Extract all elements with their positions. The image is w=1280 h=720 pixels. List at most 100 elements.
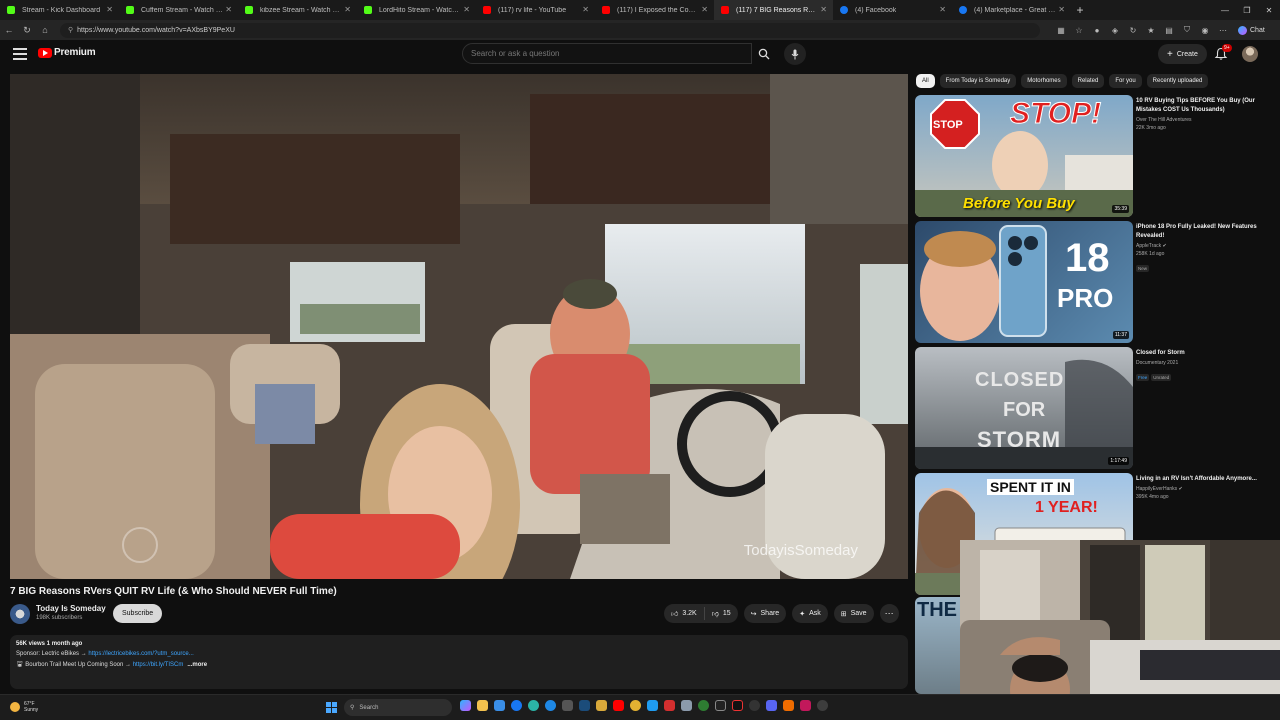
- windows-start-icon[interactable]: [326, 702, 337, 713]
- close-icon[interactable]: ✕: [582, 5, 589, 14]
- capcut-icon[interactable]: [715, 700, 726, 711]
- ask-button[interactable]: ✦ Ask: [792, 604, 828, 623]
- recommendation-title[interactable]: Living in an RV Isn't Affordable Anymore…: [1136, 475, 1261, 484]
- browser-tab[interactable]: (117) I Exposed the Company Spy✕: [595, 0, 714, 20]
- youtube-logo[interactable]: Premium: [38, 47, 96, 58]
- description-box[interactable]: 56K views 1 month ago Sponsor: Lectric e…: [10, 635, 908, 689]
- edge-browser-icon[interactable]: [545, 700, 556, 711]
- recommendation-title[interactable]: Closed for Storm: [1136, 349, 1261, 358]
- browser-tab[interactable]: Stream - Kick Dashboard ✕: [0, 0, 119, 20]
- extension-icon[interactable]: ●: [1088, 20, 1106, 40]
- star-icon[interactable]: ☆: [1070, 20, 1088, 40]
- chip-recently-uploaded[interactable]: Recently uploaded: [1146, 74, 1209, 88]
- chip-related[interactable]: Related: [1071, 74, 1105, 88]
- close-window-icon[interactable]: ✕: [1258, 0, 1280, 20]
- browser-tab[interactable]: kibzee Stream - Watch Live on Kick✕: [238, 0, 357, 20]
- share-button[interactable]: ↪ Share: [743, 604, 787, 623]
- refresh-icon[interactable]: ↻: [1124, 20, 1142, 40]
- recommendation-item[interactable]: CLOSED FOR STORM 1:17:49 Closed for Stor…: [915, 347, 1265, 469]
- account-avatar[interactable]: [1242, 46, 1258, 62]
- new-tab-button[interactable]: +: [1071, 0, 1089, 20]
- chrome-icon[interactable]: [630, 700, 641, 711]
- chip-motorhomes[interactable]: Motorhomes: [1021, 74, 1067, 88]
- chip-from-channel[interactable]: From Today is Someday: [939, 74, 1017, 88]
- browser-tab-active[interactable]: (117) 7 BIG Reasons RVers QUIT✕: [714, 0, 833, 20]
- favorites-icon[interactable]: ★: [1142, 20, 1160, 40]
- puzzle-icon[interactable]: ◈: [1106, 20, 1124, 40]
- recommendation-channel[interactable]: Documentary 2021: [1136, 360, 1261, 366]
- menu-icon[interactable]: [13, 48, 27, 60]
- browser-tab[interactable]: (4) Marketplace - Great Condition✕: [952, 0, 1071, 20]
- minimize-icon[interactable]: —: [1214, 0, 1236, 20]
- search-button[interactable]: [752, 43, 776, 64]
- recommendation-title[interactable]: iPhone 18 Pro Fully Leaked! New Features…: [1136, 223, 1261, 241]
- recommendation-channel[interactable]: HappilyEverHanks ✔: [1136, 486, 1261, 492]
- obs-studio-icon[interactable]: [817, 700, 828, 711]
- site-info-icon[interactable]: ⚲: [68, 26, 73, 34]
- close-icon[interactable]: ✕: [820, 5, 827, 14]
- shield-icon[interactable]: ⛉: [1178, 20, 1196, 40]
- grid-icon[interactable]: ▦: [1052, 20, 1070, 40]
- back-icon[interactable]: ←: [0, 20, 18, 40]
- more-actions-button[interactable]: ⋯: [879, 604, 899, 623]
- collections-icon[interactable]: ▤: [1160, 20, 1178, 40]
- search-input[interactable]: [471, 49, 741, 58]
- acrobat-icon[interactable]: [664, 700, 675, 711]
- dislike-button[interactable]: 👎︎ 15: [705, 604, 738, 623]
- show-more-button[interactable]: ...more: [187, 662, 207, 668]
- create-button[interactable]: + Create: [1158, 44, 1207, 64]
- app-icon[interactable]: [681, 700, 692, 711]
- close-icon[interactable]: ✕: [939, 5, 946, 14]
- channel-name[interactable]: Today Is Someday: [36, 604, 106, 613]
- app-icon[interactable]: [783, 700, 794, 711]
- youtube-icon[interactable]: [613, 700, 624, 711]
- like-button[interactable]: 👍︎ 3.2K: [664, 604, 704, 623]
- sponsor-link[interactable]: https://lectricebikes.com/?utm_source...: [88, 651, 193, 657]
- video-thumbnail[interactable]: STOP STOP! Before You Buy 35:39: [915, 95, 1133, 217]
- recommendation-channel[interactable]: Over The Hill Adventures: [1136, 117, 1261, 123]
- copilot-icon[interactable]: [460, 700, 471, 711]
- folder-icon[interactable]: [596, 700, 607, 711]
- edge-icon[interactable]: [528, 700, 539, 711]
- terminal-icon[interactable]: [562, 700, 573, 711]
- close-icon[interactable]: ✕: [225, 5, 232, 14]
- video-thumbnail[interactable]: 18 PRO 11:37: [915, 221, 1133, 343]
- store-icon[interactable]: [494, 700, 505, 711]
- channel-avatar[interactable]: [10, 604, 30, 624]
- voice-search-button[interactable]: [784, 43, 806, 65]
- meetup-link[interactable]: https://bit.ly/TISCm: [133, 662, 184, 668]
- home-icon[interactable]: ⌂: [36, 20, 54, 40]
- chip-for-you[interactable]: For you: [1109, 74, 1142, 88]
- reload-icon[interactable]: ↻: [18, 20, 36, 40]
- save-button[interactable]: ⊞ Save: [833, 604, 874, 623]
- discord-icon[interactable]: [766, 700, 777, 711]
- close-icon[interactable]: ✕: [701, 5, 708, 14]
- tiktok-icon[interactable]: [732, 700, 743, 711]
- recommendation-item[interactable]: 18 PRO 11:37 iPhone 18 Pro Fully Leaked!…: [915, 221, 1265, 343]
- xbox-icon[interactable]: [698, 700, 709, 711]
- more-icon[interactable]: ⋯: [1214, 20, 1232, 40]
- file-explorer-icon[interactable]: [477, 700, 488, 711]
- taskbar-search[interactable]: ⚲ Search: [344, 699, 452, 716]
- vscode-icon[interactable]: [647, 700, 658, 711]
- steam-icon[interactable]: [579, 700, 590, 711]
- maximize-icon[interactable]: ❐: [1236, 0, 1258, 20]
- video-thumbnail[interactable]: CLOSED FOR STORM 1:17:49: [915, 347, 1133, 469]
- recommendation-title[interactable]: 10 RV Buying Tips BEFORE You Buy (Our Mi…: [1136, 97, 1261, 115]
- browser-tab[interactable]: Cuffem Stream - Watch Live on Kick✕: [119, 0, 238, 20]
- chip-all[interactable]: All: [916, 74, 935, 88]
- browser-tab[interactable]: (117) rv life - YouTube ✕: [476, 0, 595, 20]
- url-field[interactable]: ⚲ https://www.youtube.com/watch?v=AXbsBY9…: [60, 22, 1040, 38]
- chat-button[interactable]: Chat: [1238, 25, 1265, 35]
- close-icon[interactable]: ✕: [106, 5, 113, 14]
- profile-icon[interactable]: ◉: [1196, 20, 1214, 40]
- video-player[interactable]: TodayisSomeday: [10, 74, 908, 579]
- subscribe-button[interactable]: Subscribe: [113, 604, 163, 623]
- obs-icon[interactable]: [749, 700, 760, 711]
- close-icon[interactable]: ✕: [463, 5, 470, 14]
- facebook-icon[interactable]: [511, 700, 522, 711]
- recommendation-item[interactable]: STOP STOP! Before You Buy 35:39 10 RV Bu…: [915, 95, 1265, 217]
- close-icon[interactable]: ✕: [1058, 5, 1065, 14]
- weather-widget[interactable]: 67°F Sunny: [10, 701, 38, 713]
- browser-tab[interactable]: (4) Facebook ✕: [833, 0, 952, 20]
